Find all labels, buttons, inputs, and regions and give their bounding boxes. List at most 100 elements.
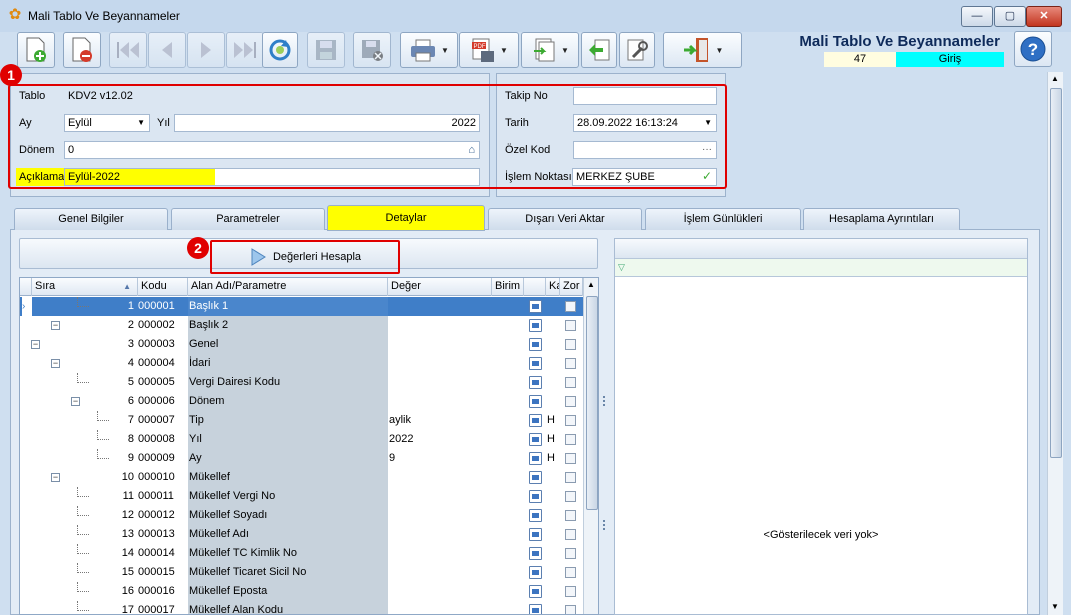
table-row[interactable]: 16 000016 Mükellef Eposta — [20, 582, 583, 601]
zorunlu-checkbox[interactable] — [565, 434, 576, 445]
scroll-up-icon[interactable]: ▲ — [587, 280, 595, 289]
table-row[interactable]: › 1 000001 Başlık 1 — [20, 297, 583, 316]
table-row[interactable]: 9 000009 Ay 9 H — [20, 449, 583, 468]
cell-deger[interactable] — [388, 392, 490, 411]
edit-parameter-icon[interactable] — [529, 490, 542, 503]
zorunlu-checkbox[interactable] — [565, 339, 576, 350]
table-row[interactable]: 13 000013 Mükellef Adı — [20, 525, 583, 544]
tab-detaylar[interactable]: Detaylar — [327, 205, 485, 231]
grid-vertical-scrollbar[interactable]: ▲ — [583, 278, 598, 614]
cell-deger[interactable] — [388, 563, 490, 582]
pdf-dropdown-icon[interactable]: ▼ — [500, 46, 508, 55]
tab-parametreler[interactable]: Parametreler — [171, 208, 325, 230]
column-header-zor[interactable]: Zor — [560, 278, 583, 296]
edit-parameter-icon[interactable] — [529, 509, 542, 522]
edit-parameter-icon[interactable] — [529, 528, 542, 541]
zorunlu-checkbox[interactable] — [565, 396, 576, 407]
table-row[interactable]: 11 000011 Mükellef Vergi No — [20, 487, 583, 506]
delete-button[interactable] — [63, 32, 101, 68]
table-row[interactable]: −10 000010 Mükellef — [20, 468, 583, 487]
right-detail-pane[interactable]: ▽ <Gösterilecek veri yok> — [614, 238, 1028, 615]
new-button[interactable] — [17, 32, 55, 68]
zorunlu-checkbox[interactable] — [565, 567, 576, 578]
right-pane-filter-row[interactable]: ▽ — [615, 259, 1027, 277]
print-dropdown-icon[interactable]: ▼ — [441, 46, 449, 55]
zorunlu-checkbox[interactable] — [565, 605, 576, 614]
cell-deger[interactable] — [388, 544, 490, 563]
maximize-button[interactable]: ▢ — [994, 6, 1026, 27]
import-dropdown-icon[interactable]: ▼ — [561, 46, 569, 55]
cell-deger[interactable] — [388, 335, 490, 354]
window-vertical-scrollbar[interactable]: ▲ ▼ — [1047, 72, 1063, 615]
edit-parameter-icon[interactable] — [529, 395, 542, 408]
window-scroll-thumb[interactable] — [1050, 88, 1062, 458]
save-button[interactable] — [307, 32, 345, 68]
print-button[interactable]: ▼ — [400, 32, 458, 68]
edit-parameter-icon[interactable] — [529, 433, 542, 446]
scroll-down-icon[interactable]: ▼ — [1051, 602, 1059, 611]
grid-scroll-thumb[interactable] — [586, 296, 598, 510]
zorunlu-checkbox[interactable] — [565, 358, 576, 369]
cell-deger[interactable] — [388, 354, 490, 373]
previous-record-button[interactable] — [148, 32, 186, 68]
table-row[interactable]: −6 000006 Dönem — [20, 392, 583, 411]
edit-parameter-icon[interactable] — [529, 585, 542, 598]
cell-deger[interactable]: aylik — [388, 411, 490, 430]
calculate-values-button[interactable]: Değerleri Hesapla — [210, 240, 400, 274]
import-button[interactable]: ▼ — [521, 32, 579, 68]
minimize-button[interactable]: — — [961, 6, 993, 27]
column-header-kodu[interactable]: Kodu — [138, 278, 188, 296]
column-header-deger[interactable]: Değer — [388, 278, 492, 296]
cell-deger[interactable] — [388, 316, 490, 335]
table-row[interactable]: 12 000012 Mükellef Soyadı — [20, 506, 583, 525]
help-button[interactable]: ? — [1014, 31, 1052, 67]
column-header-birim[interactable]: Birim — [492, 278, 524, 296]
scroll-up-icon[interactable]: ▲ — [1051, 74, 1059, 83]
edit-parameter-icon[interactable] — [529, 604, 542, 614]
column-header-icon[interactable] — [524, 278, 546, 296]
zorunlu-checkbox[interactable] — [565, 529, 576, 540]
cell-deger[interactable] — [388, 487, 490, 506]
cell-deger[interactable] — [388, 525, 490, 544]
edit-parameter-icon[interactable] — [529, 566, 542, 579]
edit-parameter-icon[interactable] — [529, 300, 542, 313]
next-record-button[interactable] — [187, 32, 225, 68]
tools-button[interactable] — [619, 32, 655, 68]
zorunlu-checkbox[interactable] — [565, 320, 576, 331]
zorunlu-checkbox[interactable] — [565, 491, 576, 502]
tab-islem-gunlukleri[interactable]: İşlem Günlükleri — [645, 208, 801, 230]
cell-deger[interactable] — [388, 601, 490, 614]
table-row[interactable]: −2 000002 Başlık 2 — [20, 316, 583, 335]
pdf-export-button[interactable]: PDF ▼ — [459, 32, 519, 68]
table-row[interactable]: 7 000007 Tip aylik H — [20, 411, 583, 430]
zorunlu-checkbox[interactable] — [565, 586, 576, 597]
zorunlu-checkbox[interactable] — [565, 301, 576, 312]
edit-parameter-icon[interactable] — [529, 547, 542, 560]
splitter-handle[interactable] — [601, 238, 611, 615]
cell-deger[interactable] — [388, 468, 490, 487]
zorunlu-checkbox[interactable] — [565, 548, 576, 559]
zorunlu-checkbox[interactable] — [565, 377, 576, 388]
zorunlu-checkbox[interactable] — [565, 510, 576, 521]
edit-parameter-icon[interactable] — [529, 452, 542, 465]
zorunlu-checkbox[interactable] — [565, 472, 576, 483]
exit-dropdown-icon[interactable]: ▼ — [716, 46, 724, 55]
save-cancel-button[interactable] — [353, 32, 391, 68]
edit-parameter-icon[interactable] — [529, 338, 542, 351]
edit-parameter-icon[interactable] — [529, 471, 542, 484]
table-row[interactable]: 8 000008 Yıl 2022 H — [20, 430, 583, 449]
cell-deger[interactable]: 9 — [388, 449, 490, 468]
edit-parameter-icon[interactable] — [529, 376, 542, 389]
back-button[interactable] — [581, 32, 617, 68]
edit-parameter-icon[interactable] — [529, 357, 542, 370]
detail-grid[interactable]: Sıra ▲ Kodu Alan Adı/Parametre Değer Biri… — [19, 277, 599, 615]
table-row[interactable]: −4 000004 İdari — [20, 354, 583, 373]
tab-genel-bilgiler[interactable]: Genel Bilgiler — [14, 208, 168, 230]
first-record-button[interactable] — [109, 32, 147, 68]
tab-disari-veri-aktar[interactable]: Dışarı Veri Aktar — [488, 208, 642, 230]
edit-parameter-icon[interactable] — [529, 414, 542, 427]
exit-button[interactable]: ▼ — [663, 32, 742, 68]
table-row[interactable]: 14 000014 Mükellef TC Kimlik No — [20, 544, 583, 563]
table-row[interactable]: 5 000005 Vergi Dairesi Kodu — [20, 373, 583, 392]
edit-parameter-icon[interactable] — [529, 319, 542, 332]
